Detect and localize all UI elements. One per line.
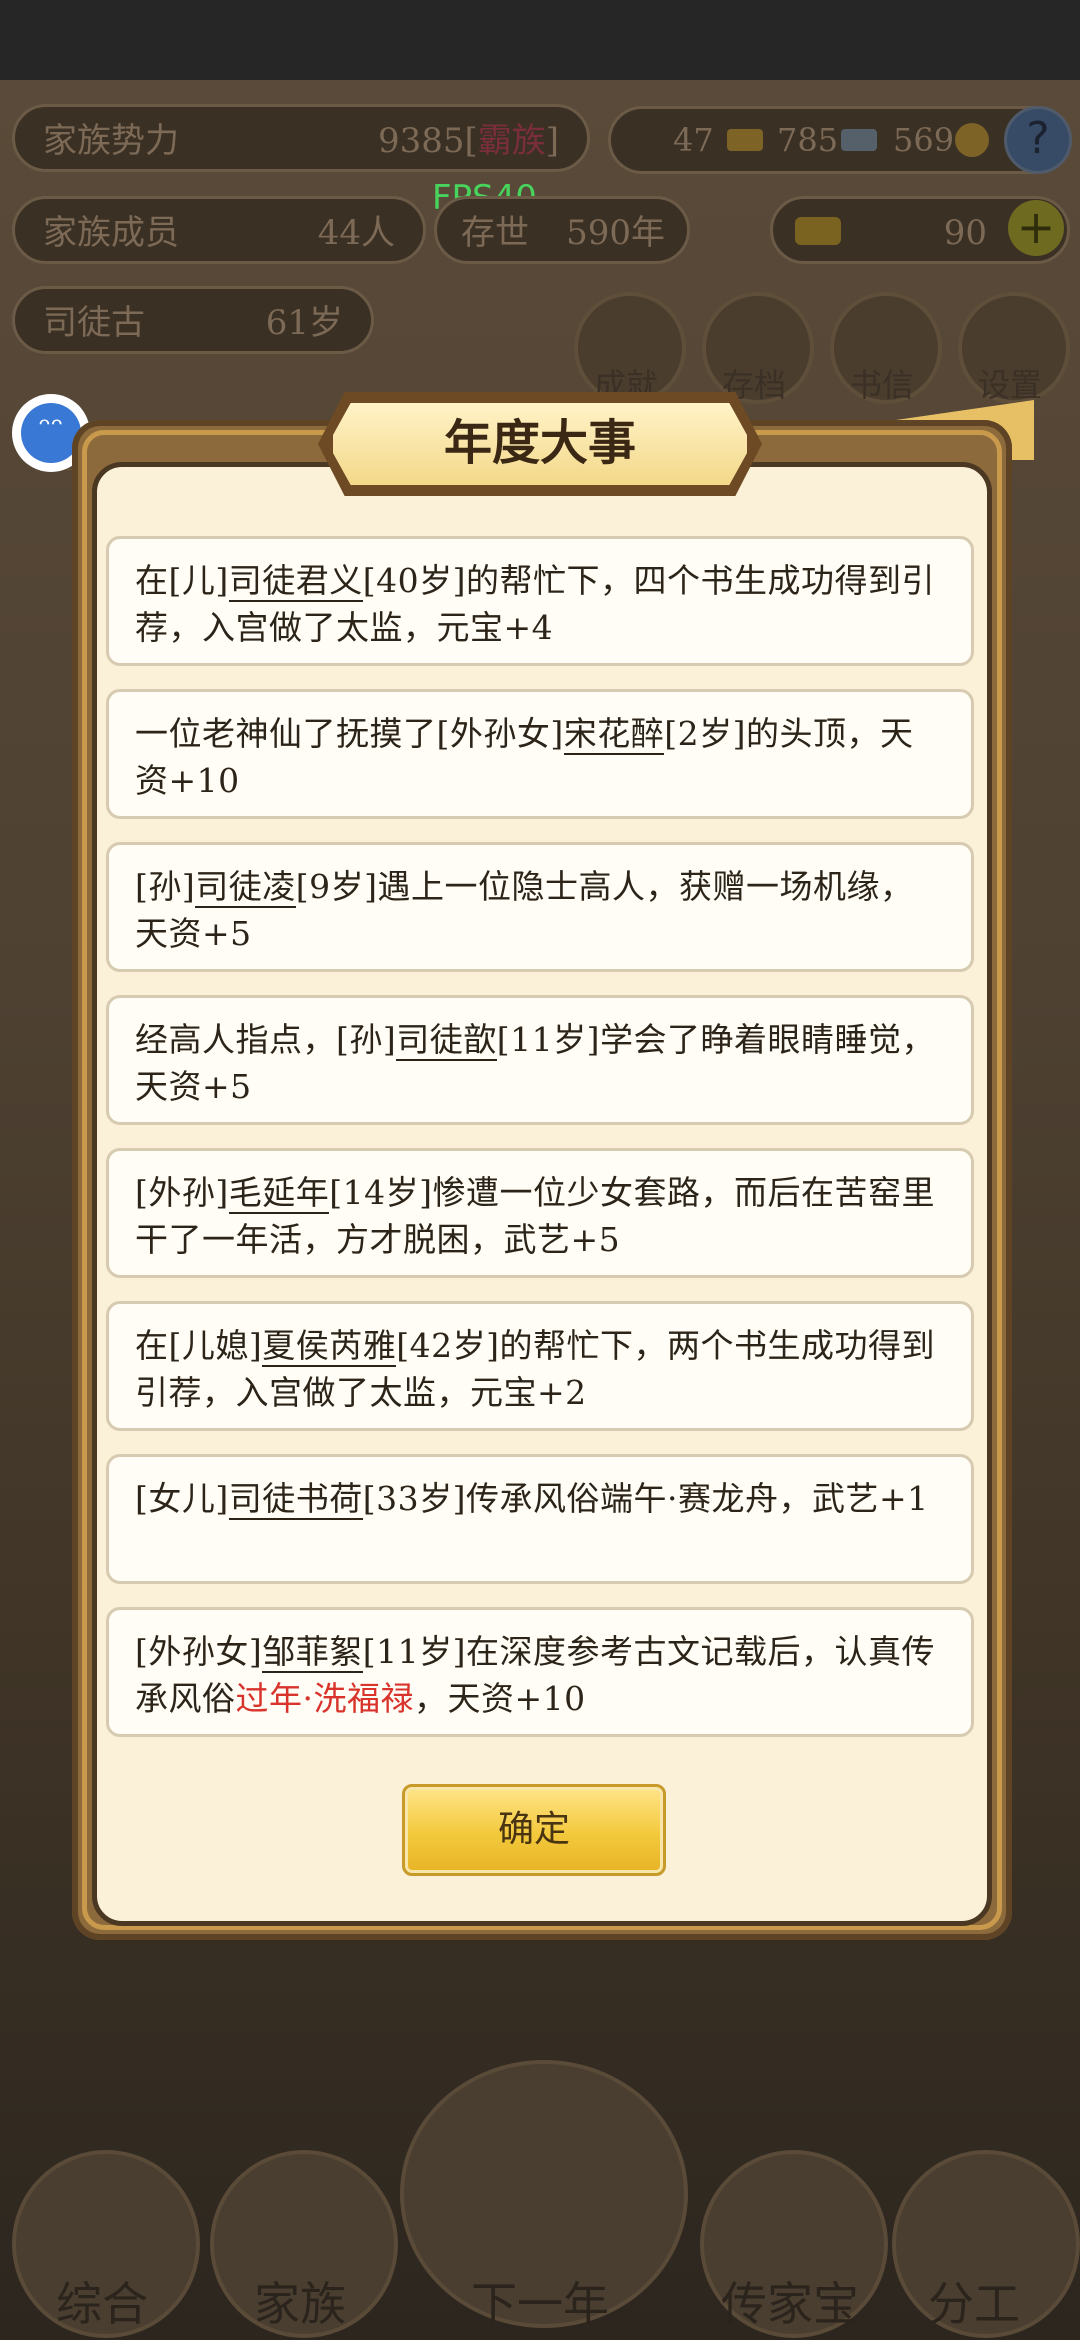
members-panel: 家族成员 44人 xyxy=(12,196,426,264)
add-ingot-button[interactable]: + xyxy=(1008,200,1064,256)
event-card: 在[儿]司徒君义[40岁]的帮忙下，四个书生成功得到引荐，入宫做了太监，元宝+4 xyxy=(106,536,974,666)
clan-power-bracket: ] xyxy=(545,121,559,161)
person-name: 夏侯芮雅 xyxy=(262,1326,397,1367)
status-bar xyxy=(0,0,1080,80)
help-button[interactable]: ? xyxy=(1004,106,1072,174)
nav-overview-label: 综合 xyxy=(56,2277,148,2331)
person-name: 司徒歆 xyxy=(396,1020,497,1061)
clan-power-value: 9385[ xyxy=(377,121,478,161)
event-text: 一位老神仙了抚摸了[外孙女] xyxy=(135,714,564,753)
resource-2-value: 785 xyxy=(777,121,839,159)
event-card: [女儿]司徒书荷[33岁]传承风俗端午·赛龙舟，武艺+1 xyxy=(106,1454,974,1584)
patriarch-name: 司徒古 xyxy=(43,303,145,343)
resource-panel: 47 785 569 xyxy=(608,106,1072,174)
resource-1-value: 47 xyxy=(673,121,714,159)
event-text: [女儿] xyxy=(135,1479,229,1518)
event-text: 经高人指点，[孙] xyxy=(135,1020,397,1059)
person-name: 司徒书荷 xyxy=(228,1479,363,1520)
clan-power-rank: 霸族 xyxy=(477,121,546,161)
event-text: [33岁]传承风俗端午·赛龙舟，武艺+1 xyxy=(362,1479,929,1518)
person-name: 邹菲絮 xyxy=(262,1632,363,1673)
confirm-button[interactable]: 确定 xyxy=(402,1784,666,1876)
person-name: 宋花醉 xyxy=(563,714,665,755)
person-name: 司徒君义 xyxy=(228,561,363,602)
members-value: 44人 xyxy=(317,213,395,253)
exist-label: 存世 xyxy=(461,213,529,253)
resource-3-value: 569 xyxy=(893,121,955,159)
custom-highlight: 过年·洗福禄 xyxy=(235,1679,414,1718)
event-text: ，天资+10 xyxy=(414,1679,586,1718)
patriarch-age: 61岁 xyxy=(265,303,343,343)
event-card: 在[儿媳]夏侯芮雅[42岁]的帮忙下，两个书生成功得到引荐，入宫做了太监，元宝+… xyxy=(106,1301,974,1431)
event-text: 在[儿] xyxy=(135,561,229,600)
ingot-icon xyxy=(795,217,841,245)
event-text: [孙] xyxy=(135,867,196,906)
nav-next-year-label: 下一年 xyxy=(471,2277,609,2331)
ingot-value: 90 xyxy=(943,213,987,253)
members-label: 家族成员 xyxy=(43,213,179,253)
exist-value: 590年 xyxy=(566,213,665,253)
event-text: [外孙女] xyxy=(135,1632,263,1671)
event-card: [孙]司徒凌[9岁]遇上一位隐士高人，获赠一场机缘，天资+5 xyxy=(106,842,974,972)
exist-panel: 存世 590年 xyxy=(434,196,690,264)
person-name: 毛延年 xyxy=(228,1173,330,1214)
patriarch-panel: 司徒古 61岁 xyxy=(12,286,374,354)
nav-heirloom-label: 传家宝 xyxy=(721,2277,859,2331)
clan-power-label: 家族势力 xyxy=(43,121,179,161)
settings-label: 设置 xyxy=(977,366,1042,404)
event-card: [外孙女]邹菲絮[11岁]在深度参考古文记载后，认真传承风俗过年·洗福禄，天资+… xyxy=(106,1607,974,1737)
nav-family-label: 家族 xyxy=(254,2277,346,2331)
event-card: [外孙]毛延年[14岁]惨遭一位少女套路，而后在苦窑里干了一年活，方才脱困，武艺… xyxy=(106,1148,974,1278)
event-text: 在[儿媳] xyxy=(135,1326,263,1365)
clan-power-panel: 家族势力 9385[霸族] xyxy=(12,104,590,172)
event-card: 经高人指点，[孙]司徒歆[11岁]学会了睁着眼睛睡觉，天资+5 xyxy=(106,995,974,1125)
event-card: 一位老神仙了抚摸了[外孙女]宋花醉[2岁]的头顶，天资+10 xyxy=(106,689,974,819)
nav-division-label: 分工 xyxy=(928,2277,1020,2331)
event-text: [外孙] xyxy=(135,1173,229,1212)
person-name: 司徒凌 xyxy=(195,867,296,908)
events-list: 在[儿]司徒君义[40岁]的帮忙下，四个书生成功得到引荐，入宫做了太监，元宝+4… xyxy=(106,536,974,1760)
modal-title: 年度大事 xyxy=(443,415,636,471)
letters-label: 书信 xyxy=(849,366,914,404)
